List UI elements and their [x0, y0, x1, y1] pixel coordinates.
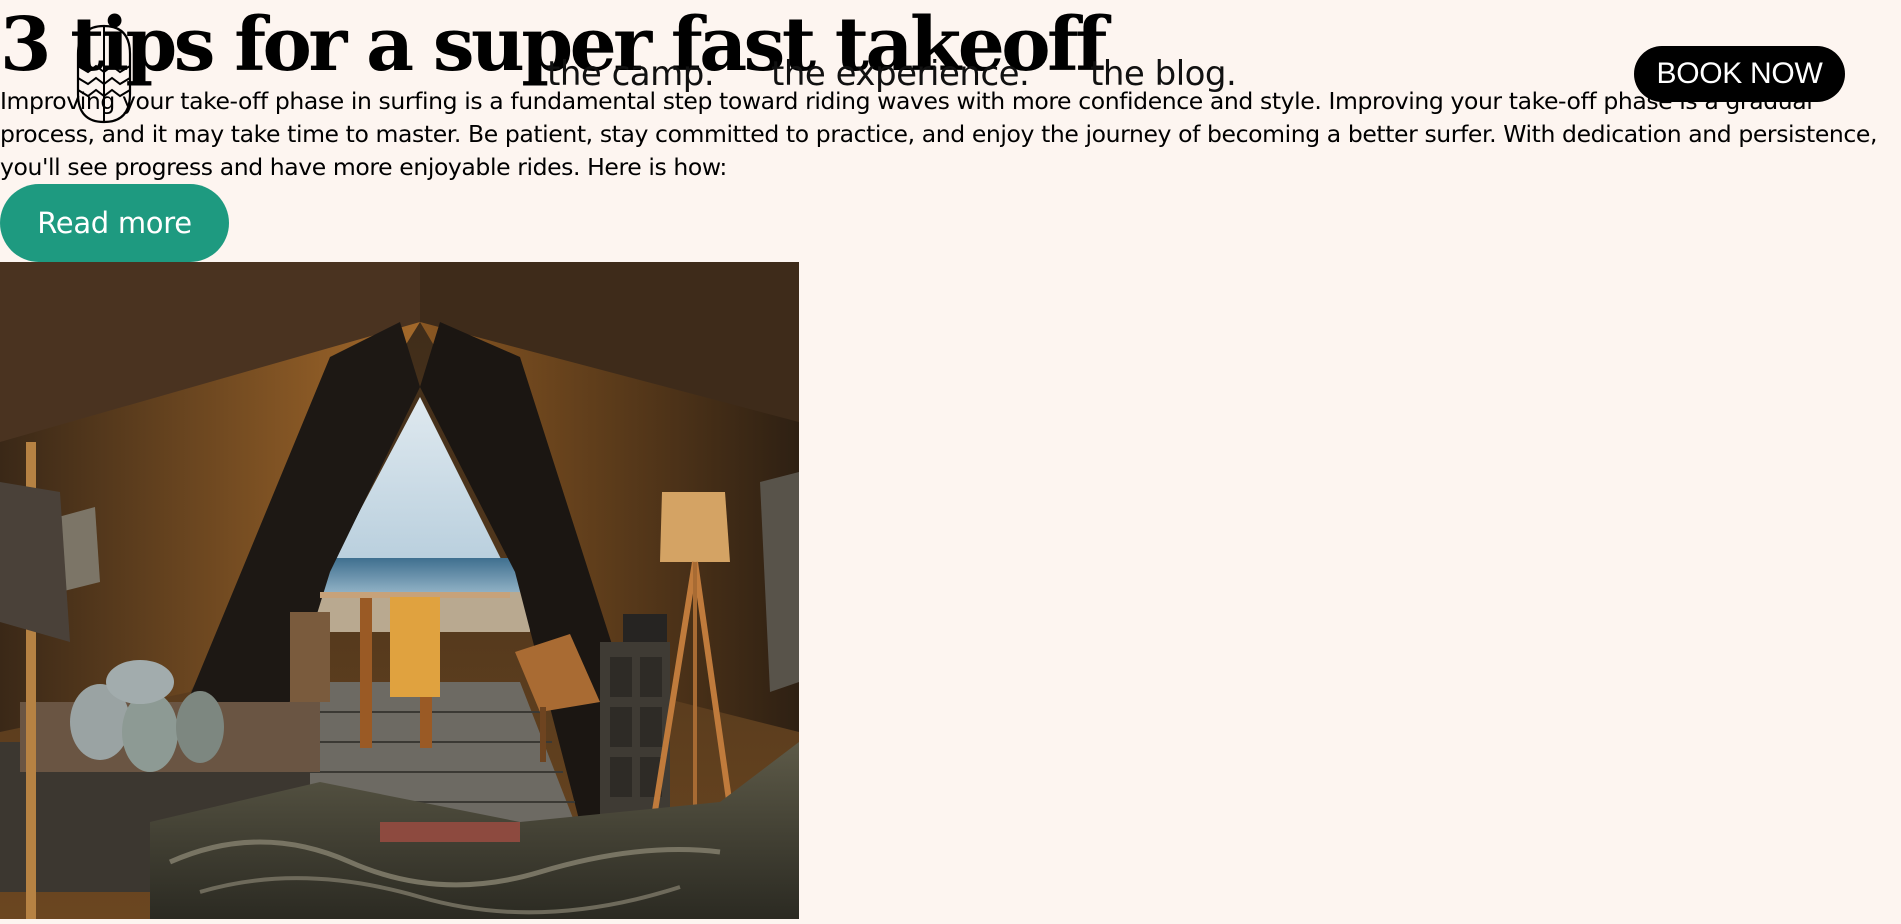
nav-link-blog[interactable]: the blog. [1090, 50, 1237, 98]
tent-ocean-photo [0, 262, 799, 919]
site-header: the camp. the experience. the blog. BOOK… [0, 0, 1901, 124]
nav-link-experience[interactable]: the experience. [771, 50, 1030, 98]
book-now-button[interactable]: BOOK NOW [1634, 46, 1845, 102]
surf-camp-logo-icon[interactable] [74, 24, 134, 124]
nav-link-camp[interactable]: the camp. [547, 50, 715, 98]
read-more-button[interactable]: Read more [0, 184, 229, 262]
post-image[interactable] [0, 262, 799, 919]
logo-shape [76, 24, 132, 124]
